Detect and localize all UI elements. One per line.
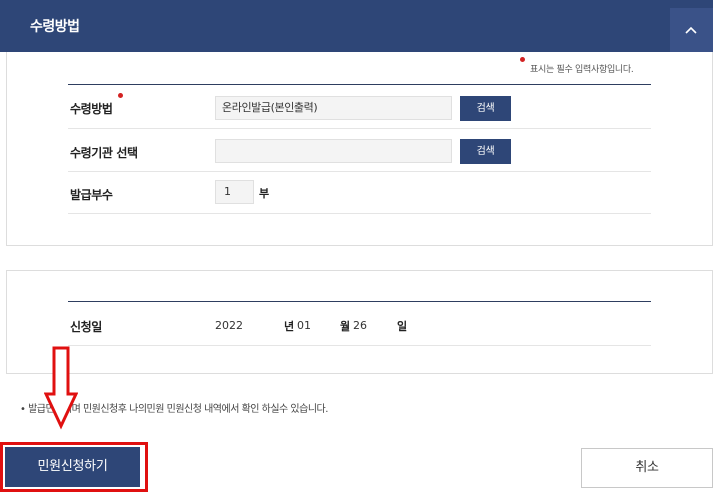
date-year: 2022	[215, 319, 243, 332]
form-top-divider	[68, 84, 651, 85]
institution-label: 수령기관 선택	[70, 146, 138, 160]
date-day-unit: 일	[397, 320, 408, 333]
copies-unit: 부	[259, 187, 270, 200]
required-marker-icon	[118, 93, 123, 98]
date-month-unit: 월	[340, 320, 351, 333]
copies-input[interactable]: 1	[215, 180, 254, 204]
date-year-unit: 년	[284, 320, 295, 333]
row-divider	[68, 345, 651, 346]
cancel-button[interactable]: 취소	[581, 448, 713, 488]
date-top-divider	[68, 301, 651, 302]
institution-field[interactable]	[215, 139, 452, 163]
receive-method-label: 수령방법	[70, 102, 113, 116]
institution-search-button[interactable]: 검색	[460, 139, 511, 164]
section-title: 수령방법	[30, 19, 80, 35]
application-date-label: 신청일	[70, 320, 102, 334]
copies-label: 발급부수	[70, 188, 113, 202]
apply-button[interactable]: 민원신청하기	[5, 447, 140, 487]
required-marker-icon	[520, 57, 525, 62]
row-divider	[68, 213, 651, 214]
date-month: 01	[297, 319, 311, 332]
section-header	[0, 0, 713, 52]
row-divider	[68, 171, 651, 172]
row-divider	[68, 128, 651, 129]
date-day: 26	[353, 319, 367, 332]
chevron-up-icon	[685, 26, 697, 34]
down-arrow-icon	[44, 346, 78, 430]
required-note: 표시는 필수 입력사항입니다.	[530, 65, 634, 75]
receive-method-search-button[interactable]: 검색	[460, 96, 511, 121]
receive-method-field[interactable]: 온라인발급(본인출력)	[215, 96, 452, 120]
collapse-toggle-button[interactable]	[670, 8, 713, 52]
